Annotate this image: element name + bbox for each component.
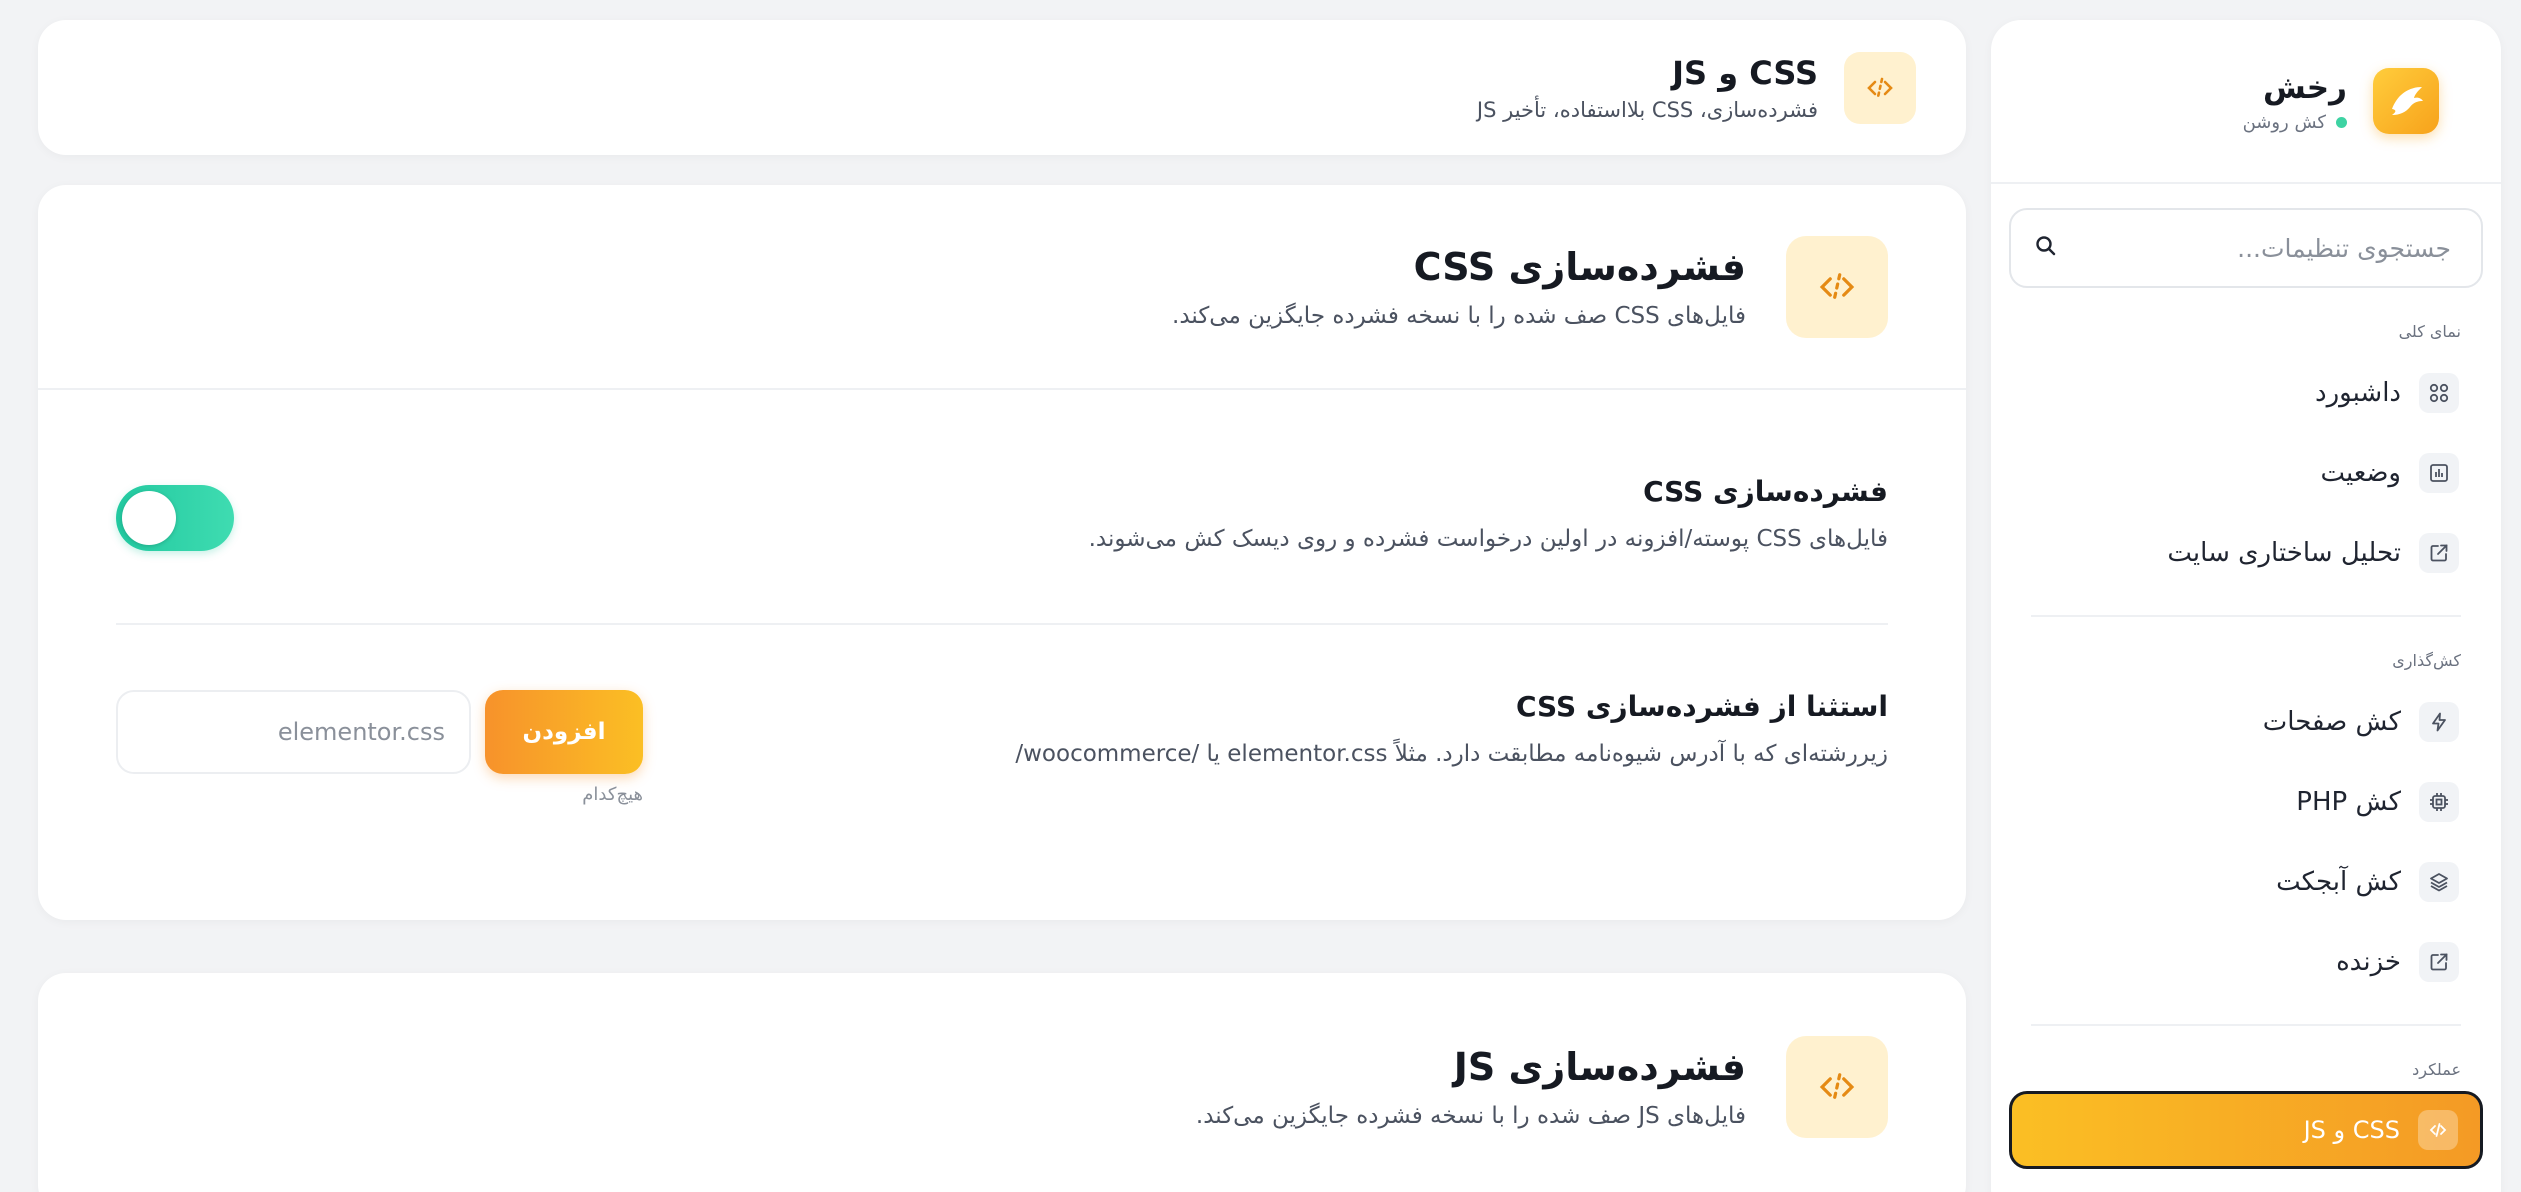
chart-icon xyxy=(2419,453,2459,493)
sidebar-item-label: کش صفحات xyxy=(2262,707,2401,737)
sidebar-item-label: خزنده xyxy=(2336,947,2401,977)
setting-title: فشرده‌سازی CSS xyxy=(1643,475,1888,508)
toggle-knob xyxy=(122,491,176,545)
section-header: فشرده‌سازی JS فایل‌های JS صف شده را با ن… xyxy=(38,973,1966,1192)
setting-title: استثنا از فشرده‌سازی CSS xyxy=(1515,690,1888,723)
add-exclusion-button[interactable]: افزودن xyxy=(485,690,643,774)
page-title: CSS و JS xyxy=(1672,53,1818,92)
code-icon xyxy=(1786,1036,1888,1138)
section-description: فایل‌های CSS صف شده را با نسخه فشرده جای… xyxy=(1172,302,1746,329)
sidebar-item-php-cache[interactable]: کش PHP xyxy=(1991,762,2501,842)
css-minify-toggle[interactable] xyxy=(116,485,234,551)
sidebar-item-label: CSS و JS xyxy=(2303,1116,2400,1144)
sidebar-divider xyxy=(2031,615,2461,617)
setting-description: فایل‌های CSS پوسته/افزونه در اولین درخوا… xyxy=(1088,526,1888,552)
sidebar-item-page-cache[interactable]: کش صفحات xyxy=(1991,682,2501,762)
code-icon xyxy=(1844,51,1916,124)
brand-name: رخش xyxy=(2262,69,2347,106)
sidebar-item-label: تحلیل ساختاری سایت xyxy=(2167,538,2401,568)
sidebar-item-object-cache[interactable]: کش آبجکت xyxy=(1991,842,2501,922)
sidebar-item-status[interactable]: وضعیت xyxy=(1991,433,2501,513)
sidebar: رخش کش روشن نمای کلی داشبورد وضعیت تحلیل… xyxy=(1991,20,2501,1192)
status-dot-icon xyxy=(2336,116,2347,128)
css-minify-section: فشرده‌سازی CSS فایل‌های CSS صف شده را با… xyxy=(38,185,1966,920)
sidebar-item-label: کش آبجکت xyxy=(2276,867,2401,897)
external-link-icon xyxy=(2419,942,2459,982)
sidebar-item-site-analysis[interactable]: تحلیل ساختاری سایت xyxy=(1991,513,2501,593)
search-input[interactable] xyxy=(2091,233,2451,263)
sidebar-item-label: کش PHP xyxy=(2296,787,2401,817)
section-title: فشرده‌سازی JS xyxy=(1453,1045,1746,1089)
exclude-controls: افزودن هیچ‌کدام xyxy=(116,690,643,805)
css-exclude-row: استثنا از فشرده‌سازی CSS زیررشته‌ای که ب… xyxy=(116,690,1888,805)
external-link-icon xyxy=(2419,533,2459,573)
sidebar-item-dashboard[interactable]: داشبورد xyxy=(1991,353,2501,433)
css-minify-row: فشرده‌سازی CSS فایل‌های CSS پوسته/افزونه… xyxy=(116,475,1888,625)
section-header: فشرده‌سازی CSS فایل‌های CSS صف شده را با… xyxy=(38,185,1966,390)
section-description: فایل‌های JS صف شده را با نسخه فشرده جایگ… xyxy=(1195,1103,1746,1129)
cpu-icon xyxy=(2419,782,2459,822)
js-minify-section: فشرده‌سازی JS فایل‌های JS صف شده را با ن… xyxy=(38,973,1966,1192)
section-label-caching: کش‌گذاری xyxy=(2392,651,2461,670)
code-icon xyxy=(1786,235,1888,338)
page-header: CSS و JS فشرده‌سازی، CSS بلااستفاده، تأخ… xyxy=(38,20,1966,155)
sidebar-item-label: وضعیت xyxy=(2320,458,2401,488)
layers-icon xyxy=(2419,862,2459,902)
search-icon[interactable] xyxy=(2035,235,2057,261)
exclusions-empty-label: هیچ‌کدام xyxy=(582,784,643,805)
settings-search[interactable] xyxy=(2009,208,2483,288)
sidebar-item-css-js[interactable]: CSS و JS xyxy=(2009,1091,2483,1169)
section-label-performance: عملکرد xyxy=(2412,1060,2461,1079)
brand: رخش کش روشن xyxy=(1991,20,2501,184)
setting-description: زیررشته‌ای که با آدرس شیوه‌نامه مطابقت د… xyxy=(1015,741,1888,767)
cache-status: کش روشن xyxy=(2243,112,2347,133)
sidebar-item-crawler[interactable]: خزنده xyxy=(1991,922,2501,1002)
section-title: فشرده‌سازی CSS xyxy=(1413,244,1746,289)
bolt-icon xyxy=(2419,702,2459,742)
section-label-overview: نمای کلی xyxy=(2398,322,2461,341)
sidebar-divider xyxy=(2031,1024,2461,1026)
horse-logo-icon xyxy=(2373,68,2439,134)
page-subtitle: فشرده‌سازی، CSS بلااستفاده، تأخیر JS xyxy=(1476,97,1818,122)
code-icon xyxy=(2418,1110,2458,1150)
sidebar-item-label: داشبورد xyxy=(2315,378,2401,408)
cache-status-label: کش روشن xyxy=(2242,111,2326,133)
exclude-pattern-input[interactable] xyxy=(116,690,471,774)
grid-icon xyxy=(2419,373,2459,413)
